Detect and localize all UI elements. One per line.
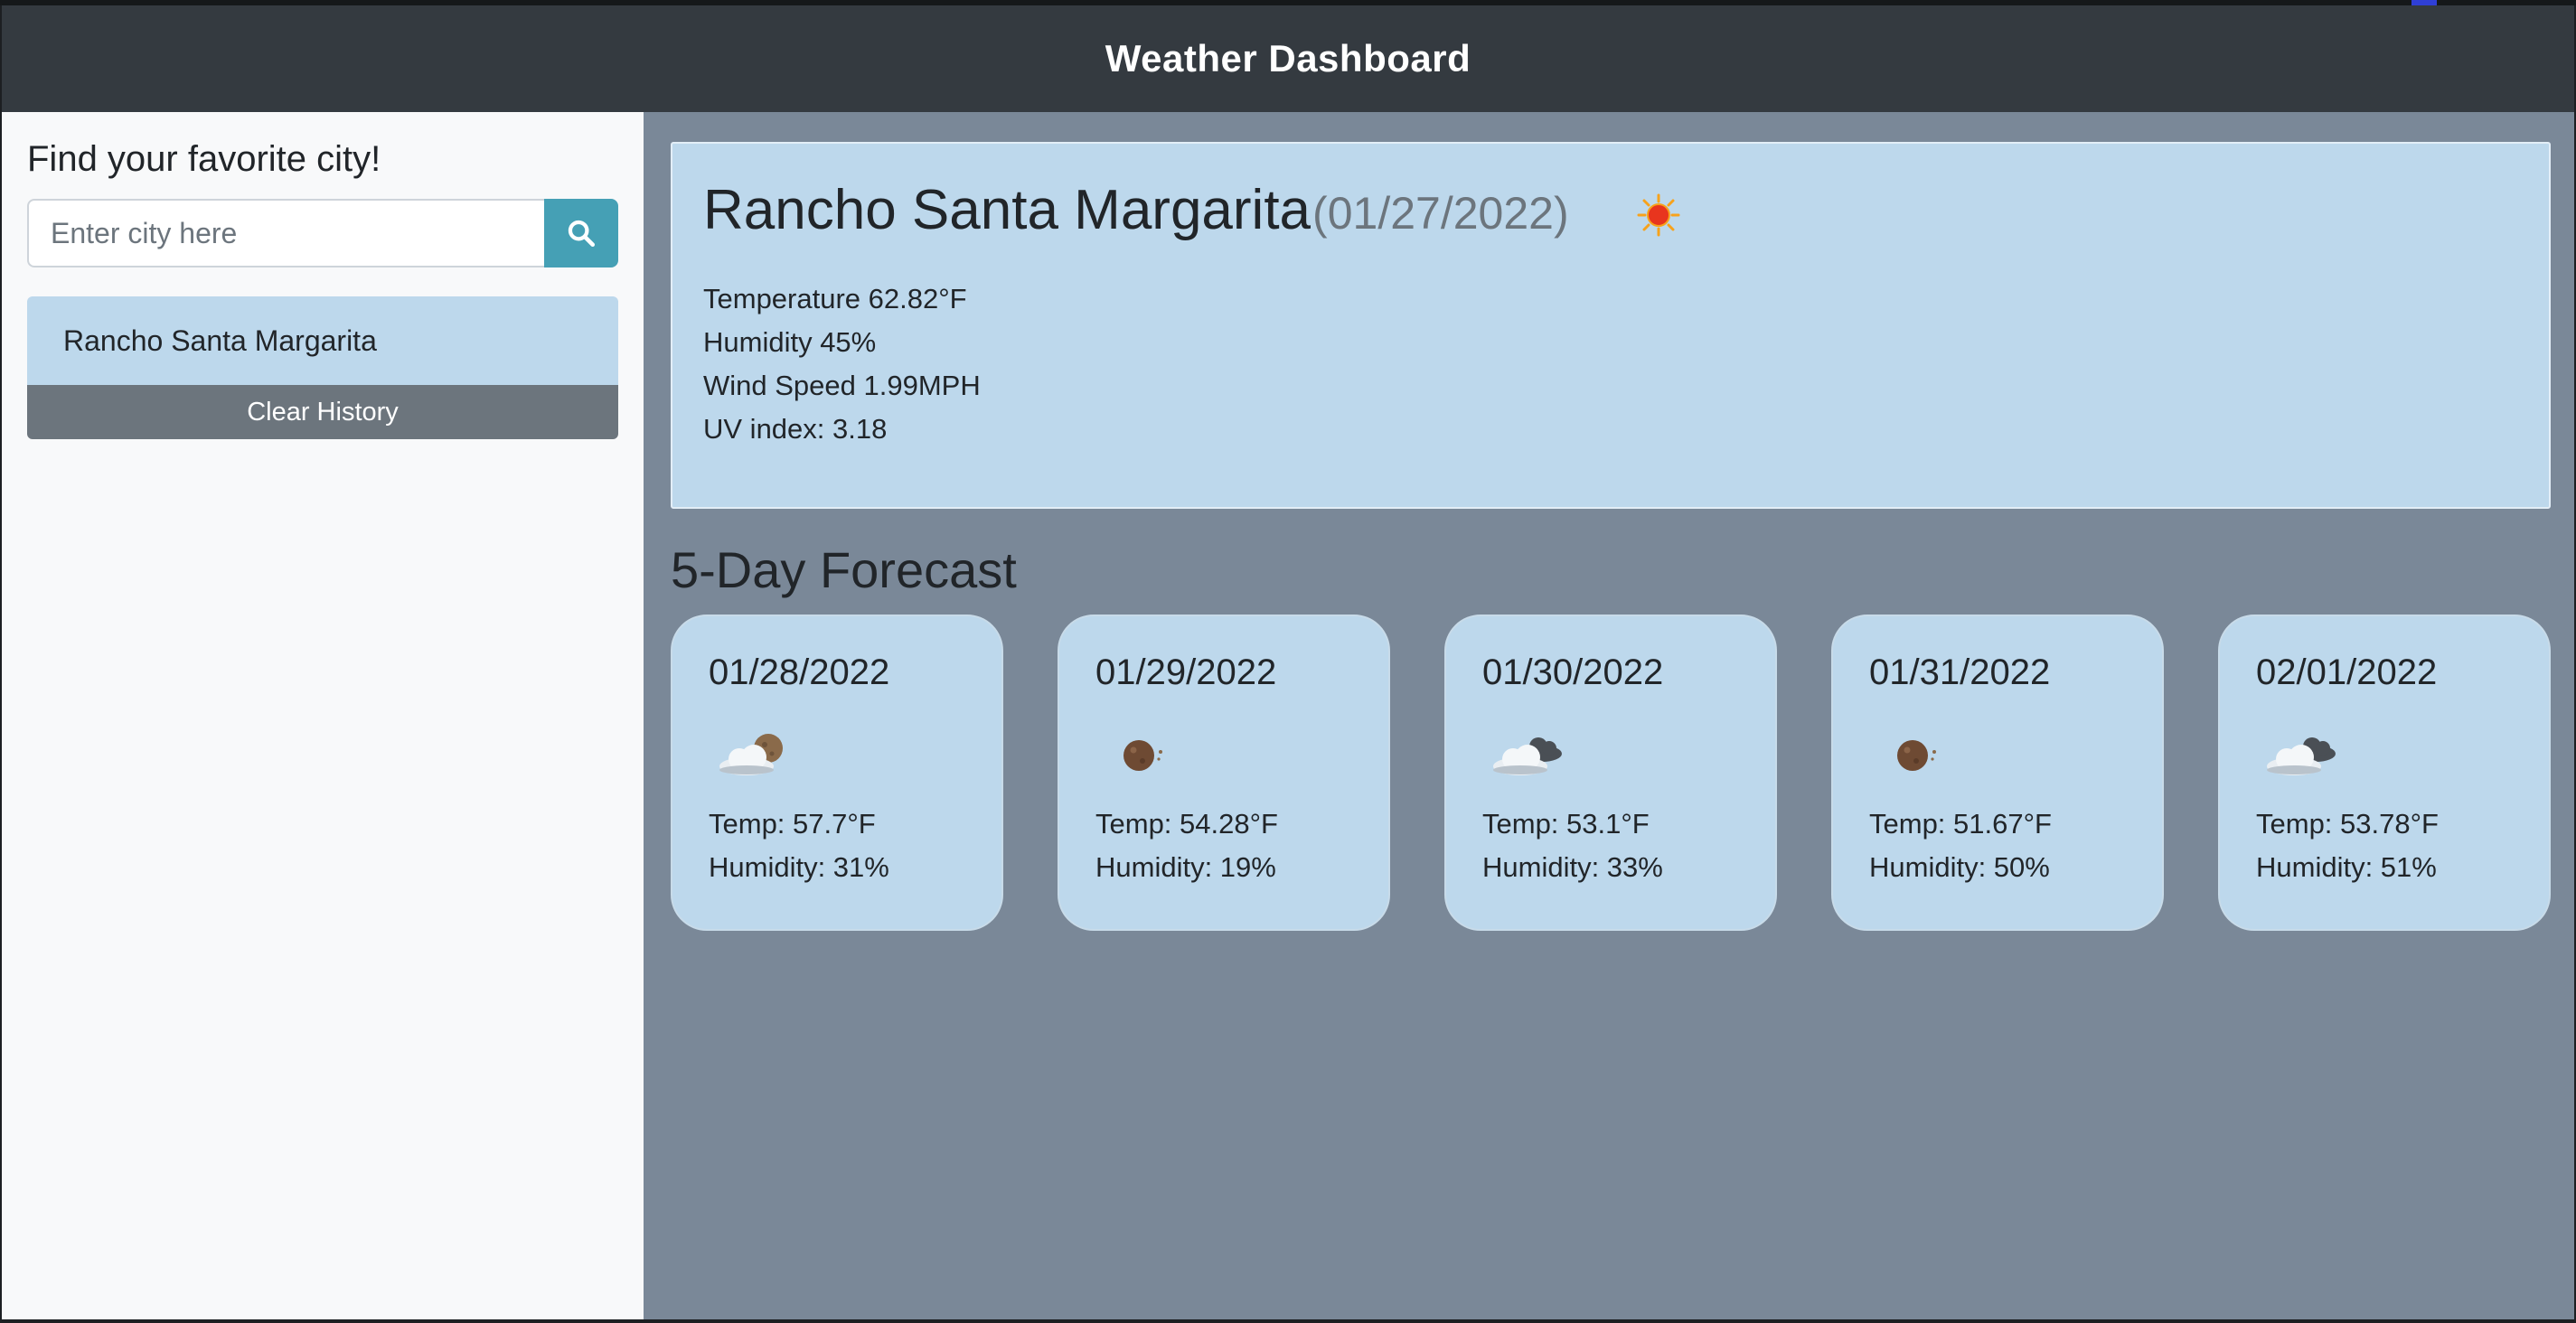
forecast-humidity: Humidity: 50% [1869,851,2050,883]
partly-cloudy-night-icon [714,728,790,783]
clear-history-button[interactable]: Clear History [27,385,618,439]
forecast-card: 01/31/2022 Temp: 51.67°F Humidity: 50% [1831,615,2164,931]
forecast-date: 01/28/2022 [709,652,890,692]
search-input[interactable] [27,199,544,267]
current-wind-speed: Wind Speed 1.99MPH [703,370,981,401]
clear-night-icon [1875,728,1951,783]
browser-window: Weather Dashboard Find your favorite cit… [0,0,2576,1323]
sidebar-heading: Find your favorite city! [27,139,381,179]
forecast-temp: Temp: 57.7°F [709,808,876,840]
forecast-date: 01/30/2022 [1482,652,1664,692]
forecast-date: 02/01/2022 [2256,652,2438,692]
current-stats: Temperature 62.82°F Humidity 45% Wind Sp… [703,277,981,451]
page-title: Weather Dashboard [1105,37,1471,80]
main-content: Rancho Santa Margarita (01/27/2022) Temp… [644,112,2574,1319]
forecast-humidity: Humidity: 51% [2256,851,2437,883]
current-date: (01/27/2022) [1312,188,1569,239]
current-weather-card: Rancho Santa Margarita (01/27/2022) Temp… [671,142,2551,509]
forecast-temp: Temp: 51.67°F [1869,808,2052,840]
forecast-date: 01/29/2022 [1095,652,1277,692]
history-item-label: Rancho Santa Margarita [63,324,377,357]
current-title-row: Rancho Santa Margarita (01/27/2022) [703,178,1569,242]
current-city-name: Rancho Santa Margarita [703,179,1312,241]
clear-sun-icon [1636,192,1681,242]
search-button[interactable] [544,199,618,267]
clear-night-icon [1101,728,1177,783]
forecast-card: 01/28/2022 Temp: 57.7°F Humidity: 31% [671,615,1003,931]
search-group [27,199,618,267]
forecast-heading: 5-Day Forecast [671,541,1017,598]
app-header: Weather Dashboard [2,5,2574,112]
sidebar: Find your favorite city! Rancho Santa Ma… [2,112,644,1319]
current-temperature: Temperature 62.82°F [703,283,967,314]
cloudy-icon [1488,728,1569,783]
forecast-humidity: Humidity: 31% [709,851,889,883]
current-humidity: Humidity 45% [703,326,877,358]
history-item-rancho-santa-margarita[interactable]: Rancho Santa Margarita [27,296,618,385]
current-uv-index: UV index: 3.18 [703,413,888,445]
forecast-date: 01/31/2022 [1869,652,2051,692]
forecast-temp: Temp: 53.1°F [1482,808,1650,840]
clear-history-label: Clear History [247,397,399,427]
forecast-card: 02/01/2022 Temp: 53.78°F Humidity: 51% [2218,615,2551,931]
cloudy-icon [2261,728,2343,783]
forecast-temp: Temp: 54.28°F [1095,808,1278,840]
forecast-humidity: Humidity: 33% [1482,851,1663,883]
search-icon [568,220,596,248]
forecast-card: 01/29/2022 Temp: 54.28°F Humidity: 19% [1058,615,1390,931]
forecast-card: 01/30/2022 Temp: 53.1°F Humidity: 33% [1444,615,1777,931]
forecast-temp: Temp: 53.78°F [2256,808,2439,840]
forecast-humidity: Humidity: 19% [1095,851,1276,883]
